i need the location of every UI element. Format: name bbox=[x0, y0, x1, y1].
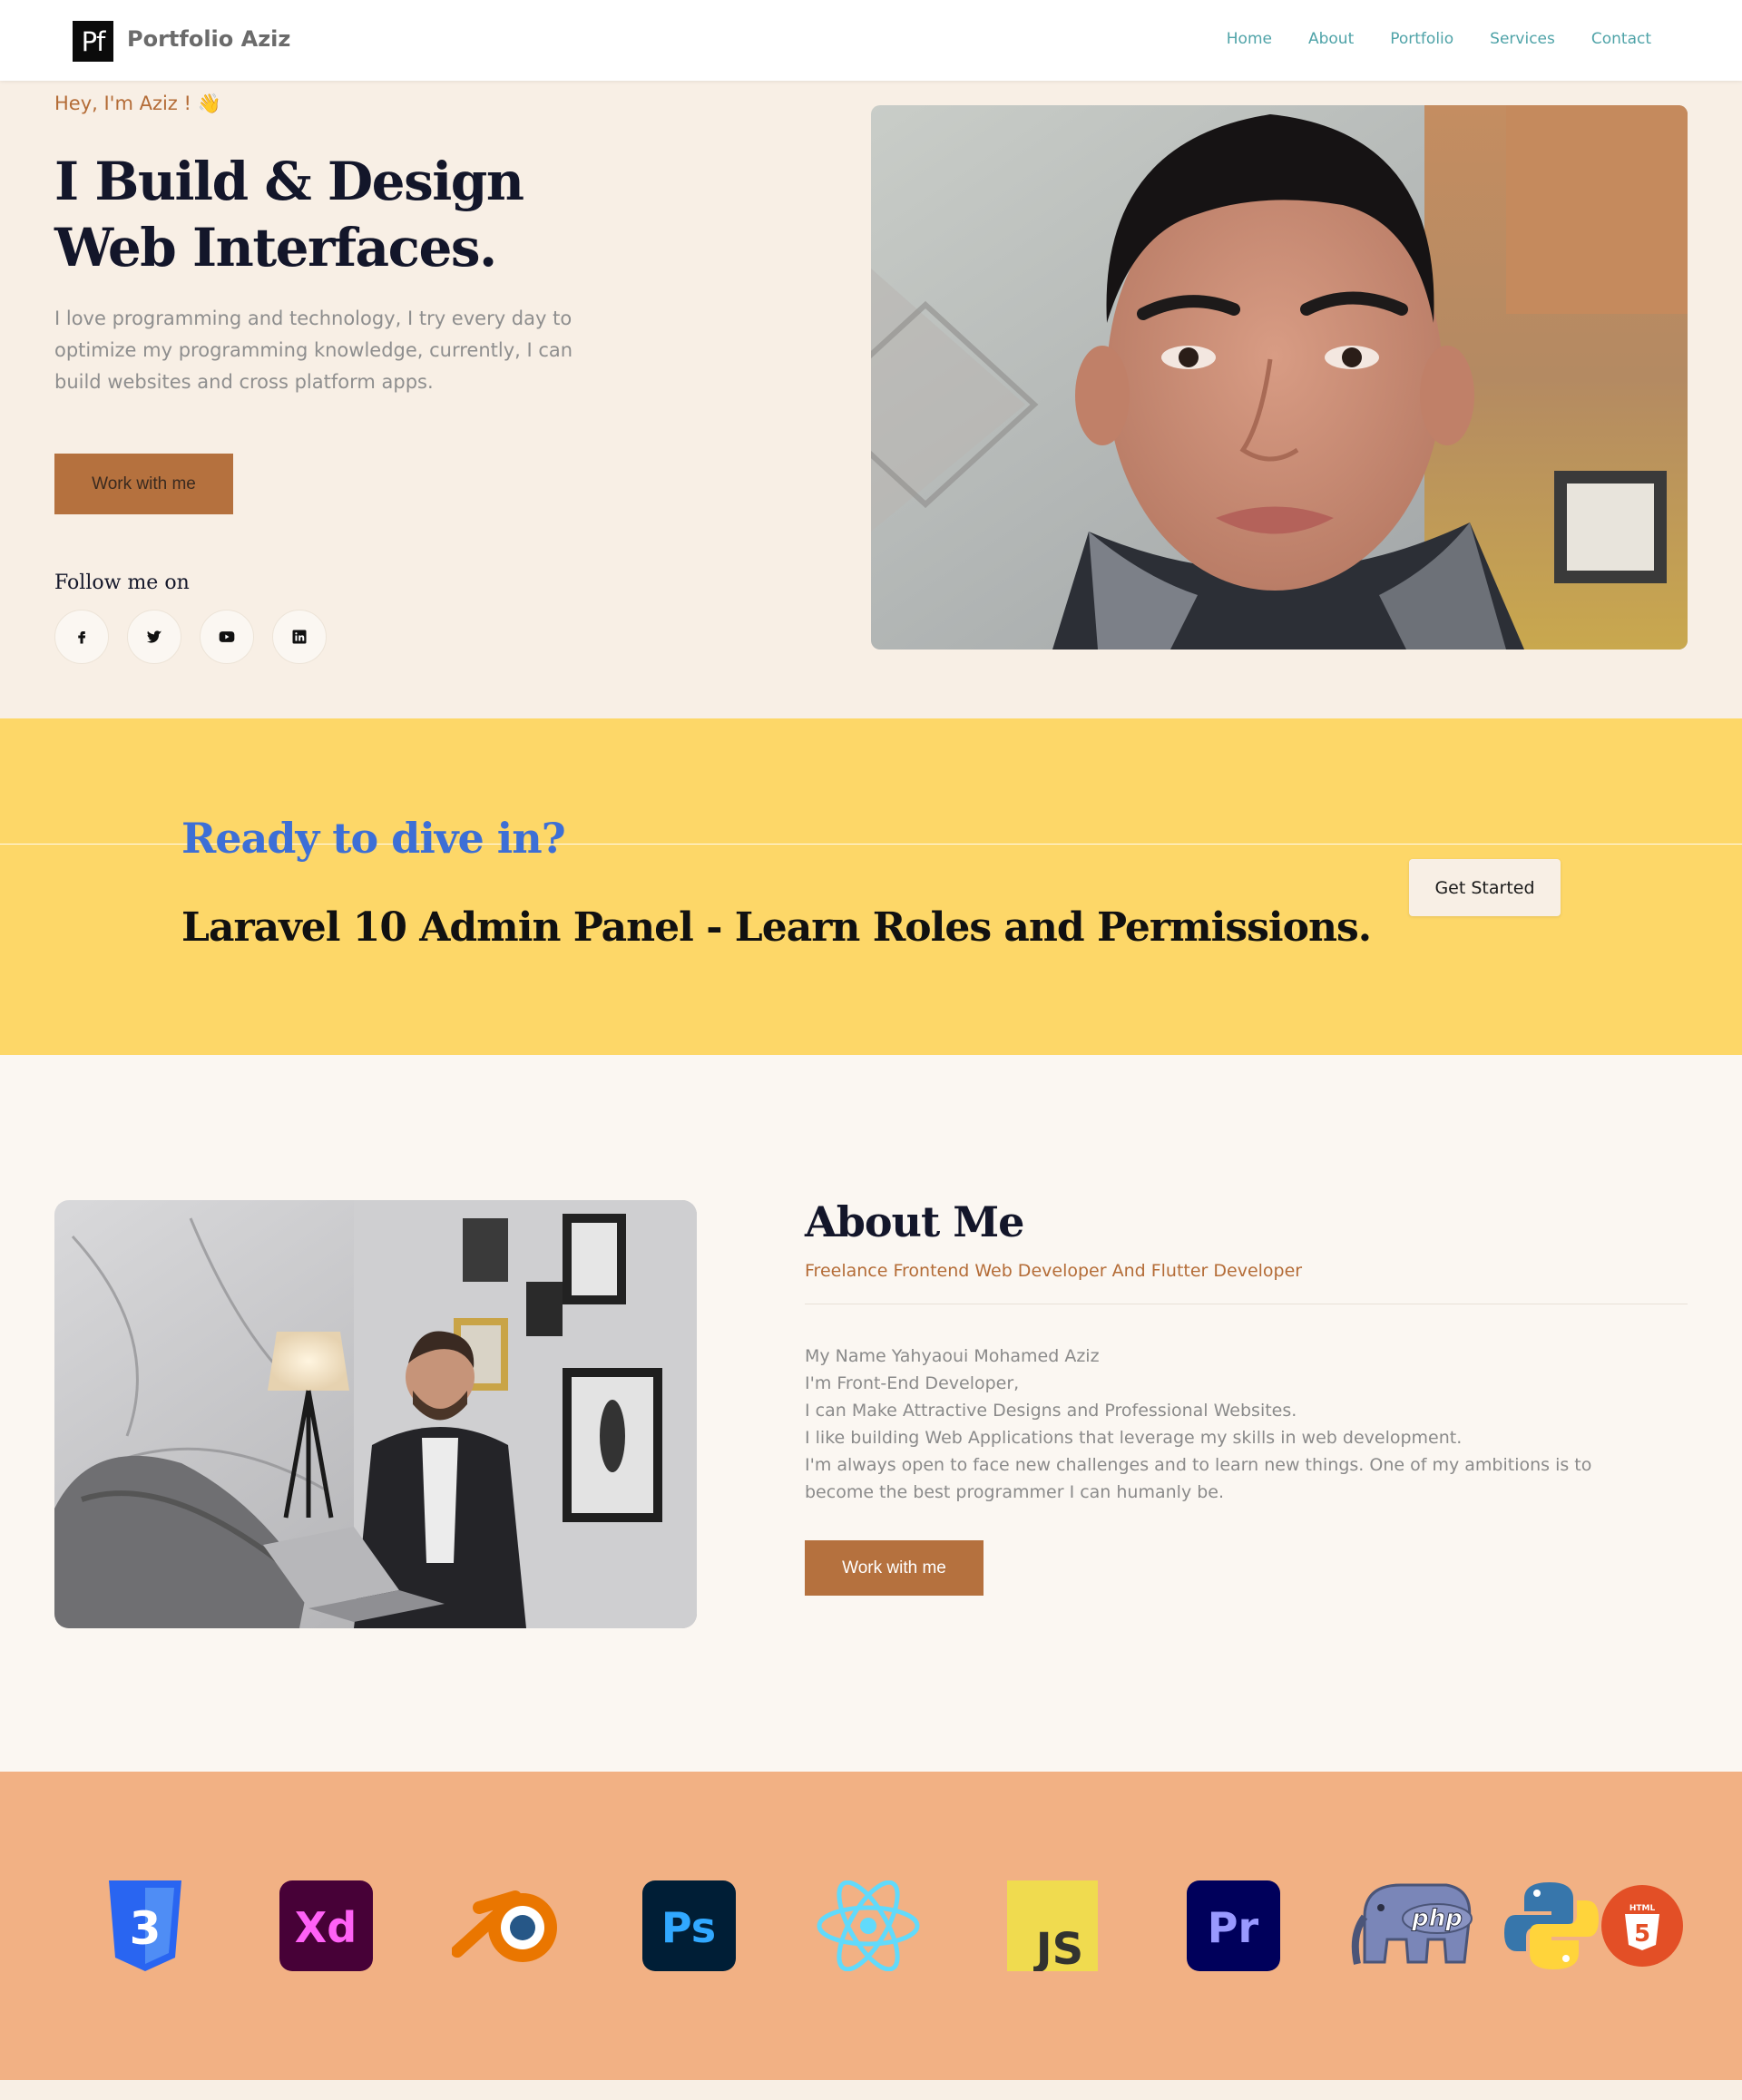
nav-link-contact[interactable]: Contact bbox=[1591, 30, 1651, 48]
nav-link-services[interactable]: Services bbox=[1490, 30, 1555, 48]
photoshop-icon: Ps bbox=[642, 1880, 736, 1971]
twitter-icon bbox=[146, 630, 162, 643]
nav-links: Home About Portfolio Services Contact bbox=[1227, 30, 1651, 48]
javascript-icon: JS bbox=[1007, 1880, 1098, 1971]
youtube-link[interactable] bbox=[200, 610, 254, 664]
react-icon bbox=[817, 1880, 920, 1971]
brand-name[interactable]: Portfolio Aziz bbox=[127, 26, 290, 52]
svg-text:JS: JS bbox=[1033, 1924, 1083, 1971]
nav-link-portfolio[interactable]: Portfolio bbox=[1390, 30, 1453, 48]
about-line: I'm Front-End Developer, bbox=[805, 1373, 1020, 1393]
nav-link-about[interactable]: About bbox=[1308, 30, 1354, 48]
premiere-pro-icon: Pr bbox=[1187, 1880, 1280, 1971]
youtube-icon bbox=[219, 631, 235, 642]
cta-title: Laravel 10 Admin Panel - Learn Roles and… bbox=[181, 904, 1372, 951]
facebook-icon bbox=[78, 631, 86, 644]
hero-section: Hey, I'm Aziz ! 👋 I Build & Design Web I… bbox=[0, 81, 1742, 718]
about-text: My Name Yahyaoui Mohamed Aziz I'm Front-… bbox=[805, 1343, 1658, 1506]
about-image bbox=[54, 1200, 697, 1628]
svg-text:3: 3 bbox=[130, 1902, 161, 1955]
top-navbar: Pf Portfolio Aziz Home About Portfolio S… bbox=[0, 0, 1742, 81]
about-subtitle: Freelance Frontend Web Developer And Flu… bbox=[805, 1261, 1303, 1281]
svg-text:5: 5 bbox=[1634, 1920, 1650, 1948]
about-line: I like building Web Applications that le… bbox=[805, 1428, 1463, 1448]
svg-text:Xd: Xd bbox=[295, 1903, 357, 1952]
get-started-button[interactable]: Get Started bbox=[1409, 859, 1561, 916]
svg-text:Ps: Ps bbox=[661, 1903, 716, 1952]
logo-mark[interactable]: Pf bbox=[73, 21, 113, 62]
hero-portrait-image bbox=[871, 105, 1688, 650]
about-line: I can Make Attractive Designs and Profes… bbox=[805, 1401, 1297, 1421]
svg-text:HTML: HTML bbox=[1629, 1904, 1656, 1913]
css3-icon: 3 bbox=[109, 1880, 181, 1971]
tech-stack-section: 3 Xd Ps JS Pr php HTML 5 bbox=[0, 1772, 1742, 2080]
nav-link-home[interactable]: Home bbox=[1227, 30, 1272, 48]
linkedin-icon bbox=[292, 630, 307, 644]
linkedin-link[interactable] bbox=[272, 610, 327, 664]
about-work-with-me-button[interactable]: Work with me bbox=[805, 1540, 984, 1596]
hero-title: I Build & Design Web Interfaces. bbox=[54, 151, 524, 278]
cta-banner: Ready to dive in? Laravel 10 Admin Panel… bbox=[0, 718, 1742, 1055]
footer-strip bbox=[0, 2080, 1742, 2100]
facebook-link[interactable] bbox=[54, 610, 109, 664]
about-line: My Name Yahyaoui Mohamed Aziz bbox=[805, 1346, 1100, 1366]
blender-icon bbox=[452, 1890, 557, 1962]
html5-icon: HTML 5 bbox=[1601, 1885, 1683, 1967]
cta-kicker: Ready to dive in? bbox=[181, 814, 566, 863]
svg-text:Pr: Pr bbox=[1208, 1903, 1259, 1952]
svg-text:php: php bbox=[1411, 1905, 1463, 1932]
php-icon: php bbox=[1351, 1883, 1473, 1965]
about-line: I'm always open to face new challenges a… bbox=[805, 1455, 1592, 1502]
hero-greeting: Hey, I'm Aziz ! 👋 bbox=[54, 93, 221, 114]
hero-description: I love programming and technology, I try… bbox=[54, 308, 573, 393]
twitter-link[interactable] bbox=[127, 610, 181, 664]
adobe-xd-icon: Xd bbox=[279, 1880, 373, 1971]
follow-label: Follow me on bbox=[54, 571, 190, 594]
work-with-me-button[interactable]: Work with me bbox=[54, 454, 233, 514]
about-title: About Me bbox=[805, 1197, 1024, 1246]
python-icon bbox=[1504, 1882, 1599, 1969]
